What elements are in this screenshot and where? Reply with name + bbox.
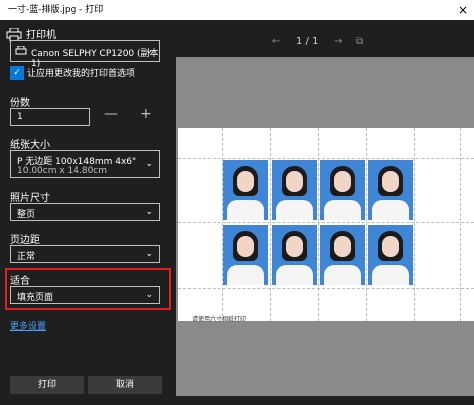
margins-value: 正常 xyxy=(17,252,36,262)
title-bar: 一寸-蓝-排版.jpg - 打印 × xyxy=(0,0,474,20)
id-photo xyxy=(320,225,365,285)
chevron-down-icon: ⌄ xyxy=(145,249,153,259)
photo-size-label: 照片尺寸 xyxy=(10,193,50,204)
printer-select[interactable]: Canon SELPHY CP1200 (副本 1) ⌄ xyxy=(10,40,160,69)
chevron-down-icon: ⌄ xyxy=(145,159,153,169)
page-indicator: 1 / 1 xyxy=(296,36,319,47)
print-caption: 请使用六寸相纸打印 xyxy=(192,316,247,323)
fit-screen-icon[interactable]: ⧉ xyxy=(356,36,363,47)
settings-panel: 打印机 Canon SELPHY CP1200 (副本 1) ⌄ ✓ 让应用更改… xyxy=(0,20,172,405)
more-settings-link[interactable]: 更多设置 xyxy=(10,319,46,332)
chevron-down-icon: ⌄ xyxy=(145,207,153,217)
copies-decrement-button[interactable]: — xyxy=(104,106,118,122)
copies-input[interactable]: 1 xyxy=(10,108,90,126)
paper-size-select[interactable]: P 无边距 100x148mm 4x6" 10.00cm x 14.80cm ⌄ xyxy=(10,150,160,178)
copies-increment-button[interactable]: + xyxy=(140,106,152,122)
id-photo xyxy=(272,225,317,285)
copies-label: 份数 xyxy=(10,98,30,109)
id-photo xyxy=(368,160,413,220)
printer-small-icon xyxy=(15,46,27,55)
id-photo xyxy=(368,225,413,285)
id-photo xyxy=(223,225,268,285)
print-button[interactable]: 打印 xyxy=(10,376,84,394)
id-photo xyxy=(320,160,365,220)
next-page-icon[interactable]: → xyxy=(334,36,342,47)
preferences-label: 让应用更改我的打印首选项 xyxy=(27,69,136,79)
paper-size-dimensions: 10.00cm x 14.80cm xyxy=(17,166,108,176)
cancel-button[interactable]: 取消 xyxy=(88,376,162,394)
fit-highlight-box xyxy=(5,268,171,310)
printer-label: 打印机 xyxy=(26,30,56,41)
margins-label: 页边距 xyxy=(10,235,40,246)
paper-size-label: 纸张大小 xyxy=(10,140,50,151)
photo-size-select[interactable]: 整页 ⌄ xyxy=(10,203,160,221)
preferences-checkbox[interactable]: ✓ xyxy=(10,66,24,80)
id-photo xyxy=(223,160,268,220)
chevron-down-icon: ⌄ xyxy=(145,46,153,56)
copies-value: 1 xyxy=(17,112,23,122)
previous-page-icon[interactable]: ← xyxy=(272,36,280,47)
photo-size-value: 整页 xyxy=(17,210,36,220)
window-title: 一寸-蓝-排版.jpg - 打印 xyxy=(8,5,104,15)
id-photo xyxy=(272,160,317,220)
margins-select[interactable]: 正常 ⌄ xyxy=(10,245,160,263)
close-icon[interactable]: × xyxy=(458,0,468,20)
